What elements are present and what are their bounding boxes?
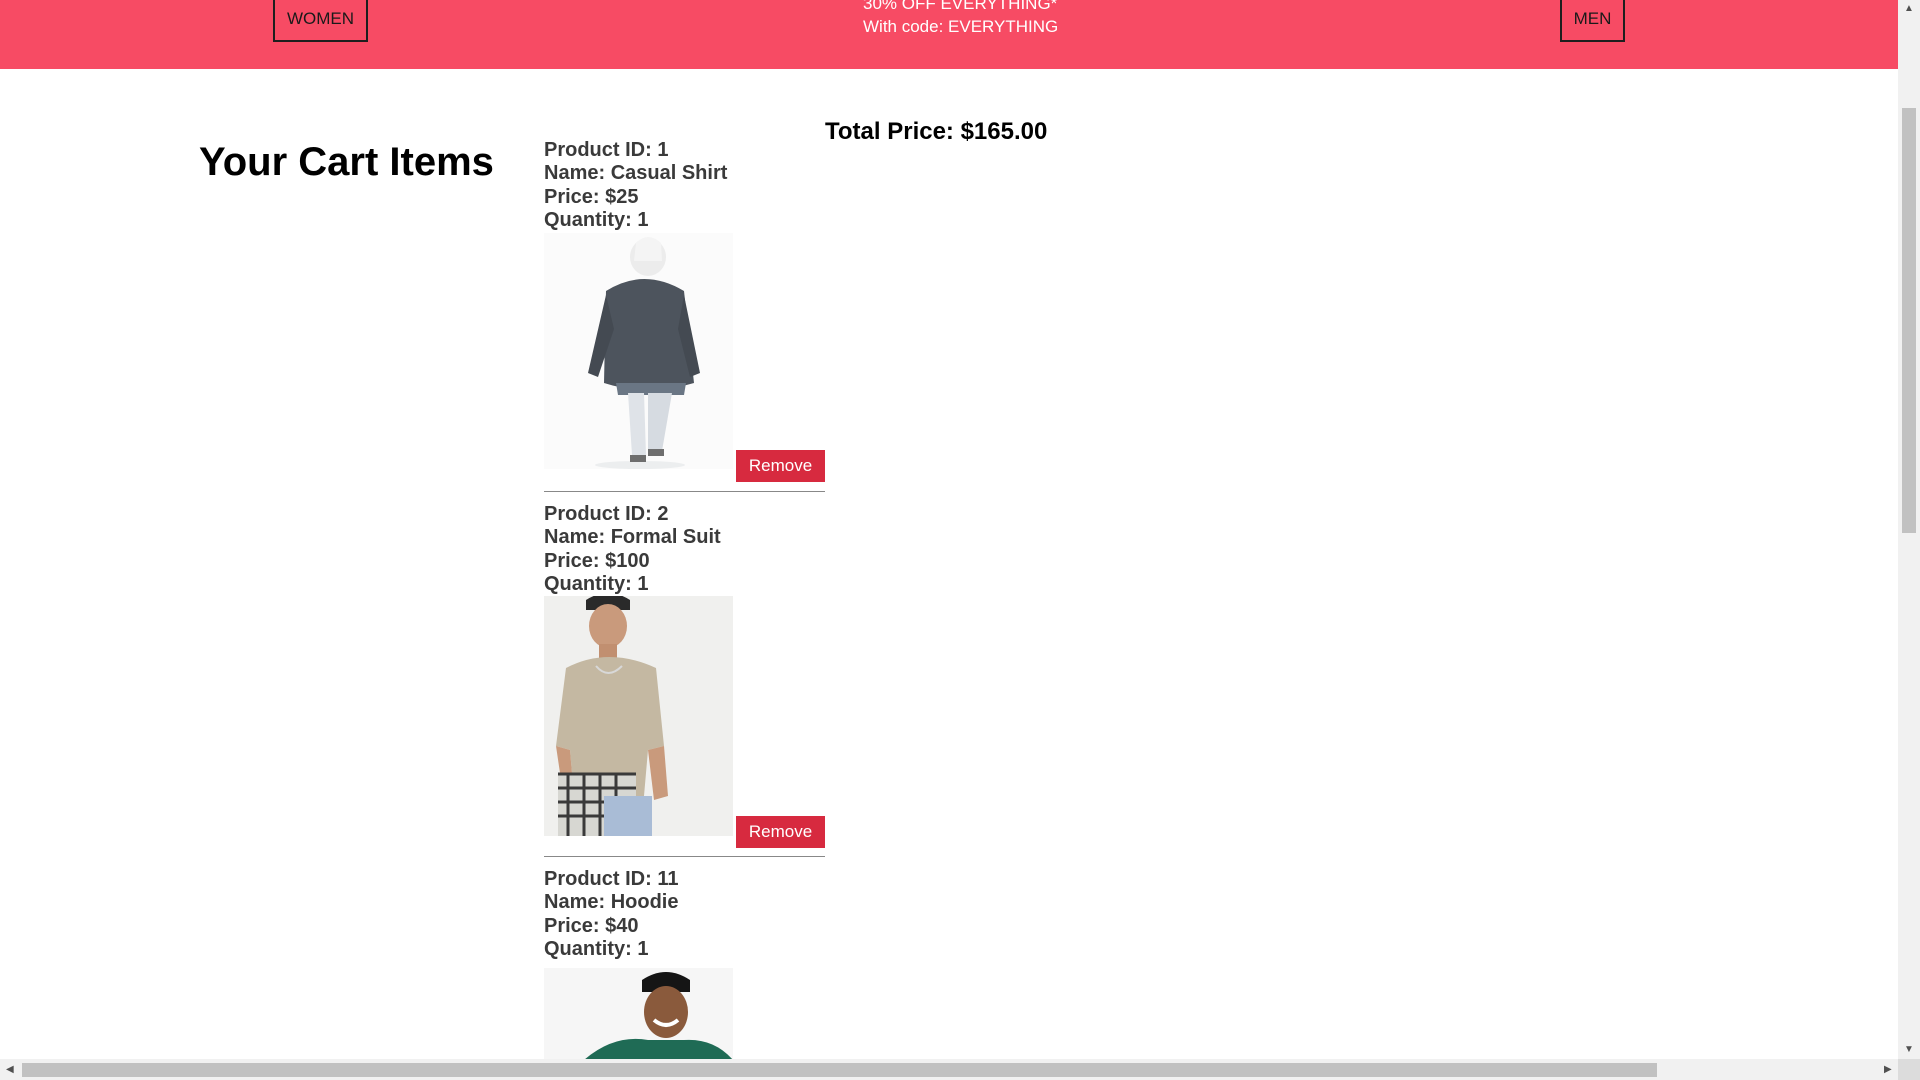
cart-item: Product ID: 1 Name: Casual Shirt Price: … [544, 139, 825, 492]
item-quantity: Quantity: 1 [544, 208, 649, 231]
cart-item: Product ID: 11 Name: Hoodie Price: $40 Q… [544, 868, 825, 1059]
vertical-scroll-thumb[interactable] [1902, 108, 1916, 533]
scroll-right-arrow-icon[interactable]: ▶ [1884, 1065, 1892, 1075]
scroll-up-arrow-icon[interactable]: ▲ [1904, 4, 1914, 14]
item-name: Name: Hoodie [544, 891, 679, 914]
cart-item: Product ID: 2 Name: Formal Suit Price: $… [544, 503, 825, 857]
horizontal-scrollbar[interactable]: ◀ ▶ [0, 1059, 1898, 1080]
total-price: Total Price: $165.00 [825, 118, 1048, 145]
item-name: Name: Casual Shirt [544, 162, 728, 185]
remove-button[interactable]: Remove [736, 450, 825, 482]
tshirt-model-figure [556, 596, 668, 836]
women-nav-button[interactable]: WOMEN [273, 0, 368, 42]
item-details: Product ID: 2 Name: Formal Suit Price: $… [544, 503, 825, 596]
scroll-left-arrow-icon[interactable]: ◀ [6, 1065, 14, 1075]
hoodie-model-figure [585, 972, 733, 1059]
item-divider [544, 491, 825, 492]
product-image [544, 968, 733, 1059]
item-name: Name: Formal Suit [544, 526, 721, 549]
scrollbar-corner [1898, 1059, 1920, 1080]
item-price: Price: $100 [544, 549, 650, 572]
item-product-id: Product ID: 11 [544, 868, 679, 890]
item-quantity: Quantity: 1 [544, 572, 649, 595]
page-viewport: WOMEN 30% OFF EVERYTHING* With code: EVE… [0, 0, 1898, 1059]
item-product-id: Product ID: 1 [544, 139, 669, 161]
item-price: Price: $40 [544, 914, 639, 937]
horizontal-scroll-thumb[interactable] [22, 1063, 1657, 1077]
promo-line-code: With code: EVERYTHING [863, 17, 1059, 36]
item-details: Product ID: 11 Name: Hoodie Price: $40 Q… [544, 868, 825, 961]
page-title: Your Cart Items [199, 140, 494, 184]
promo-text: 30% OFF EVERYTHING* With code: EVERYTHIN… [863, 0, 1058, 38]
remove-button[interactable]: Remove [736, 816, 825, 848]
scroll-down-arrow-icon[interactable]: ▼ [1904, 1045, 1914, 1055]
men-nav-button[interactable]: MEN [1560, 0, 1625, 42]
item-product-id: Product ID: 2 [544, 503, 669, 525]
product-image [544, 233, 733, 469]
hoodie-back-figure [588, 237, 700, 469]
promo-line-discount: 30% OFF EVERYTHING* [863, 0, 1058, 13]
item-price: Price: $25 [544, 185, 639, 208]
item-details: Product ID: 1 Name: Casual Shirt Price: … [544, 139, 825, 232]
vertical-scrollbar[interactable]: ▲ ▼ [1898, 0, 1920, 1059]
item-quantity: Quantity: 1 [544, 937, 649, 960]
item-divider [544, 856, 825, 857]
product-image [544, 596, 733, 836]
promo-banner: WOMEN 30% OFF EVERYTHING* With code: EVE… [0, 0, 1898, 69]
